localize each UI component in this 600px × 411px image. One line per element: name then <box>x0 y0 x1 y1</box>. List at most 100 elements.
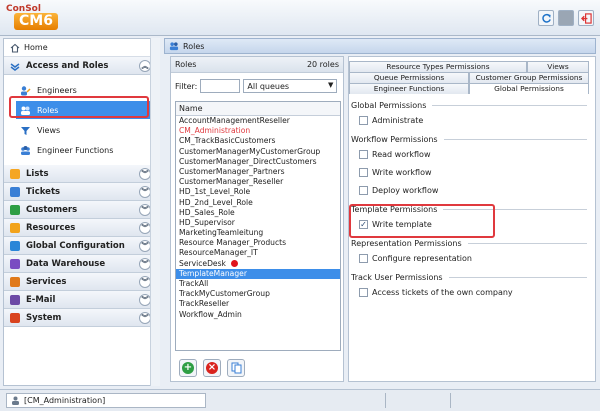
role-list-item[interactable]: ResourceManager_IT <box>176 248 340 258</box>
logout-icon <box>580 12 592 24</box>
navigation-sidebar: Home Access and Roles ︽ Engineers Roles <box>3 38 160 386</box>
roles-panel: Roles 20 roles Filter: All queues ▼ Name… <box>170 56 344 382</box>
sidebar-home[interactable]: Home <box>4 39 159 57</box>
role-name: TemplateManager <box>179 268 247 278</box>
group-divider <box>467 242 587 244</box>
sidebar-item-views[interactable]: Views <box>16 121 159 139</box>
permission-label: Administrate <box>372 115 424 125</box>
sidebar-home-label: Home <box>24 43 48 52</box>
role-list-item[interactable]: CustomerManager_DirectCustomers <box>176 157 340 167</box>
delete-role-button[interactable]: × <box>203 359 221 377</box>
sidebar-section-tickets[interactable]: Tickets ︾ <box>4 183 159 201</box>
add-role-button[interactable]: + <box>179 359 197 377</box>
permission-group-label: Track User Permissions <box>351 272 443 282</box>
role-list-item[interactable]: CustomerManager_Partners <box>176 167 340 177</box>
tab-queue-permissions[interactable]: Queue Permissions <box>349 72 469 83</box>
sidebar-section-customers[interactable]: Customers ︾ <box>4 201 159 219</box>
role-list-item[interactable]: Workflow_Admin <box>176 310 340 320</box>
role-list-item[interactable]: HD_1st_Level_Role <box>176 187 340 197</box>
role-list-item[interactable]: CustomerManager_Reseller <box>176 177 340 187</box>
resources-icon <box>10 222 20 233</box>
sidebar-section-label: Global Configuration <box>26 240 125 251</box>
sidebar-section-e-mail[interactable]: E-Mail ︾ <box>4 291 159 309</box>
permission-group-title: Track User Permissions <box>351 271 595 283</box>
permission-checkbox-row[interactable]: Read workflow <box>351 145 595 163</box>
role-list-item[interactable]: MarketingTeamleitung <box>176 228 340 238</box>
permission-label: Configure representation <box>372 253 472 263</box>
roles-list: Name AccountManagementReseller CM_Adminis… <box>175 101 341 351</box>
disabled-button[interactable] <box>558 10 574 26</box>
role-name: AccountManagementReseller <box>179 116 290 125</box>
role-list-item[interactable]: ServiceDesk <box>176 259 340 269</box>
role-name: ResourceManager_IT <box>179 248 258 258</box>
user-icon <box>12 396 19 405</box>
sidebar-section-access-and-roles[interactable]: Access and Roles ︽ <box>4 57 159 75</box>
role-list-item[interactable]: HD_Supervisor <box>176 218 340 228</box>
roles-column-header: Name <box>176 102 340 116</box>
access-roles-icon <box>10 62 20 71</box>
queue-select[interactable]: All queues ▼ <box>243 79 338 93</box>
tab-resource-types-permissions[interactable]: Resource Types Permissions <box>349 61 527 72</box>
permission-checkbox-row[interactable]: Configure representation <box>351 249 595 267</box>
permission-checkbox-row[interactable]: Access tickets of the own company <box>351 283 595 301</box>
permission-checkbox[interactable] <box>359 115 368 125</box>
logout-button[interactable] <box>578 10 594 26</box>
permission-checkbox[interactable] <box>359 149 368 159</box>
role-name: MarketingTeamleitung <box>179 228 264 238</box>
sidebar-section-data-warehouse[interactable]: Data Warehouse ︾ <box>4 255 159 273</box>
role-name: CustomerManager_DirectCustomers <box>179 156 317 166</box>
permission-checkbox-row[interactable]: Administrate <box>351 111 595 129</box>
permission-checkbox[interactable] <box>359 287 368 297</box>
filter-input[interactable] <box>200 79 241 93</box>
role-name: HD_2nd_Level_Role <box>179 197 253 207</box>
role-list-item[interactable]: CustomerManagerMyCustomerGroup <box>176 147 340 157</box>
sidebar-section-lists[interactable]: Lists ︾ <box>4 165 159 183</box>
role-name: Resource Manager_Products <box>179 238 287 248</box>
copy-role-button[interactable] <box>227 359 245 377</box>
tab-engineer-functions[interactable]: Engineer Functions <box>349 83 469 94</box>
refresh-icon <box>541 13 551 23</box>
globe-icon <box>10 240 20 251</box>
permission-group-title: Workflow Permissions <box>351 133 595 145</box>
permission-group-title: Representation Permissions <box>351 237 595 249</box>
role-list-item[interactable]: TrackAll <box>176 279 340 289</box>
role-list-item[interactable]: HD_2nd_Level_Role <box>176 198 340 208</box>
highlight-template-permissions <box>349 204 495 238</box>
role-list-item[interactable]: AccountManagementReseller <box>176 116 340 126</box>
permission-checkbox-row[interactable]: Deploy workflow <box>351 181 595 199</box>
views-icon <box>21 126 30 135</box>
group-divider <box>432 104 587 106</box>
permission-checkbox-row[interactable]: Write workflow <box>351 163 595 181</box>
permission-checkbox[interactable] <box>359 253 368 263</box>
data-warehouse-icon <box>10 258 20 269</box>
tab-customer-group-permissions[interactable]: Customer Group Permissions <box>469 72 589 83</box>
role-name: HD_Supervisor <box>179 217 235 227</box>
role-list-item[interactable]: Resource Manager_Products <box>176 238 340 248</box>
sidebar-section-resources[interactable]: Resources ︾ <box>4 219 159 237</box>
sidebar-section-services[interactable]: Services ︾ <box>4 273 159 291</box>
refresh-button[interactable] <box>538 10 554 26</box>
permission-label: Read workflow <box>372 149 431 159</box>
role-list-item[interactable]: TrackReseller <box>176 299 340 309</box>
role-list-item[interactable]: CM_Administration <box>176 126 340 136</box>
role-name: HD_Sales_Role <box>179 207 235 217</box>
sidebar-section-system[interactable]: System ︾ <box>4 309 159 327</box>
role-list-item[interactable]: TemplateManager <box>176 268 340 279</box>
role-list-item[interactable]: TrackMyCustomerGroup <box>176 289 340 299</box>
tab-views[interactable]: Views <box>527 61 589 72</box>
permission-checkbox[interactable] <box>359 167 368 177</box>
sidebar-section-label: Customers <box>26 204 78 215</box>
sidebar-item-label: Engineer Functions <box>37 145 114 155</box>
sidebar-section-label: Lists <box>26 168 49 179</box>
role-list-item[interactable]: CM_TrackBasicCustomers <box>176 136 340 146</box>
role-list-item[interactable]: HD_Sales_Role <box>176 208 340 218</box>
tab-global-permissions[interactable]: Global Permissions <box>469 83 589 94</box>
sidebar-section-global-configuration[interactable]: Global Configuration ︾ <box>4 237 159 255</box>
permission-group-title: Global Permissions <box>351 99 595 111</box>
permission-checkbox[interactable] <box>359 185 368 195</box>
permission-group-label: Global Permissions <box>351 100 427 110</box>
sidebar-item-engineer-functions[interactable]: Engineer Functions <box>16 141 159 159</box>
logo-main-text: CM6 <box>14 13 58 30</box>
sidebar-scrollbar[interactable] <box>150 38 160 386</box>
plus-icon: + <box>182 362 194 374</box>
